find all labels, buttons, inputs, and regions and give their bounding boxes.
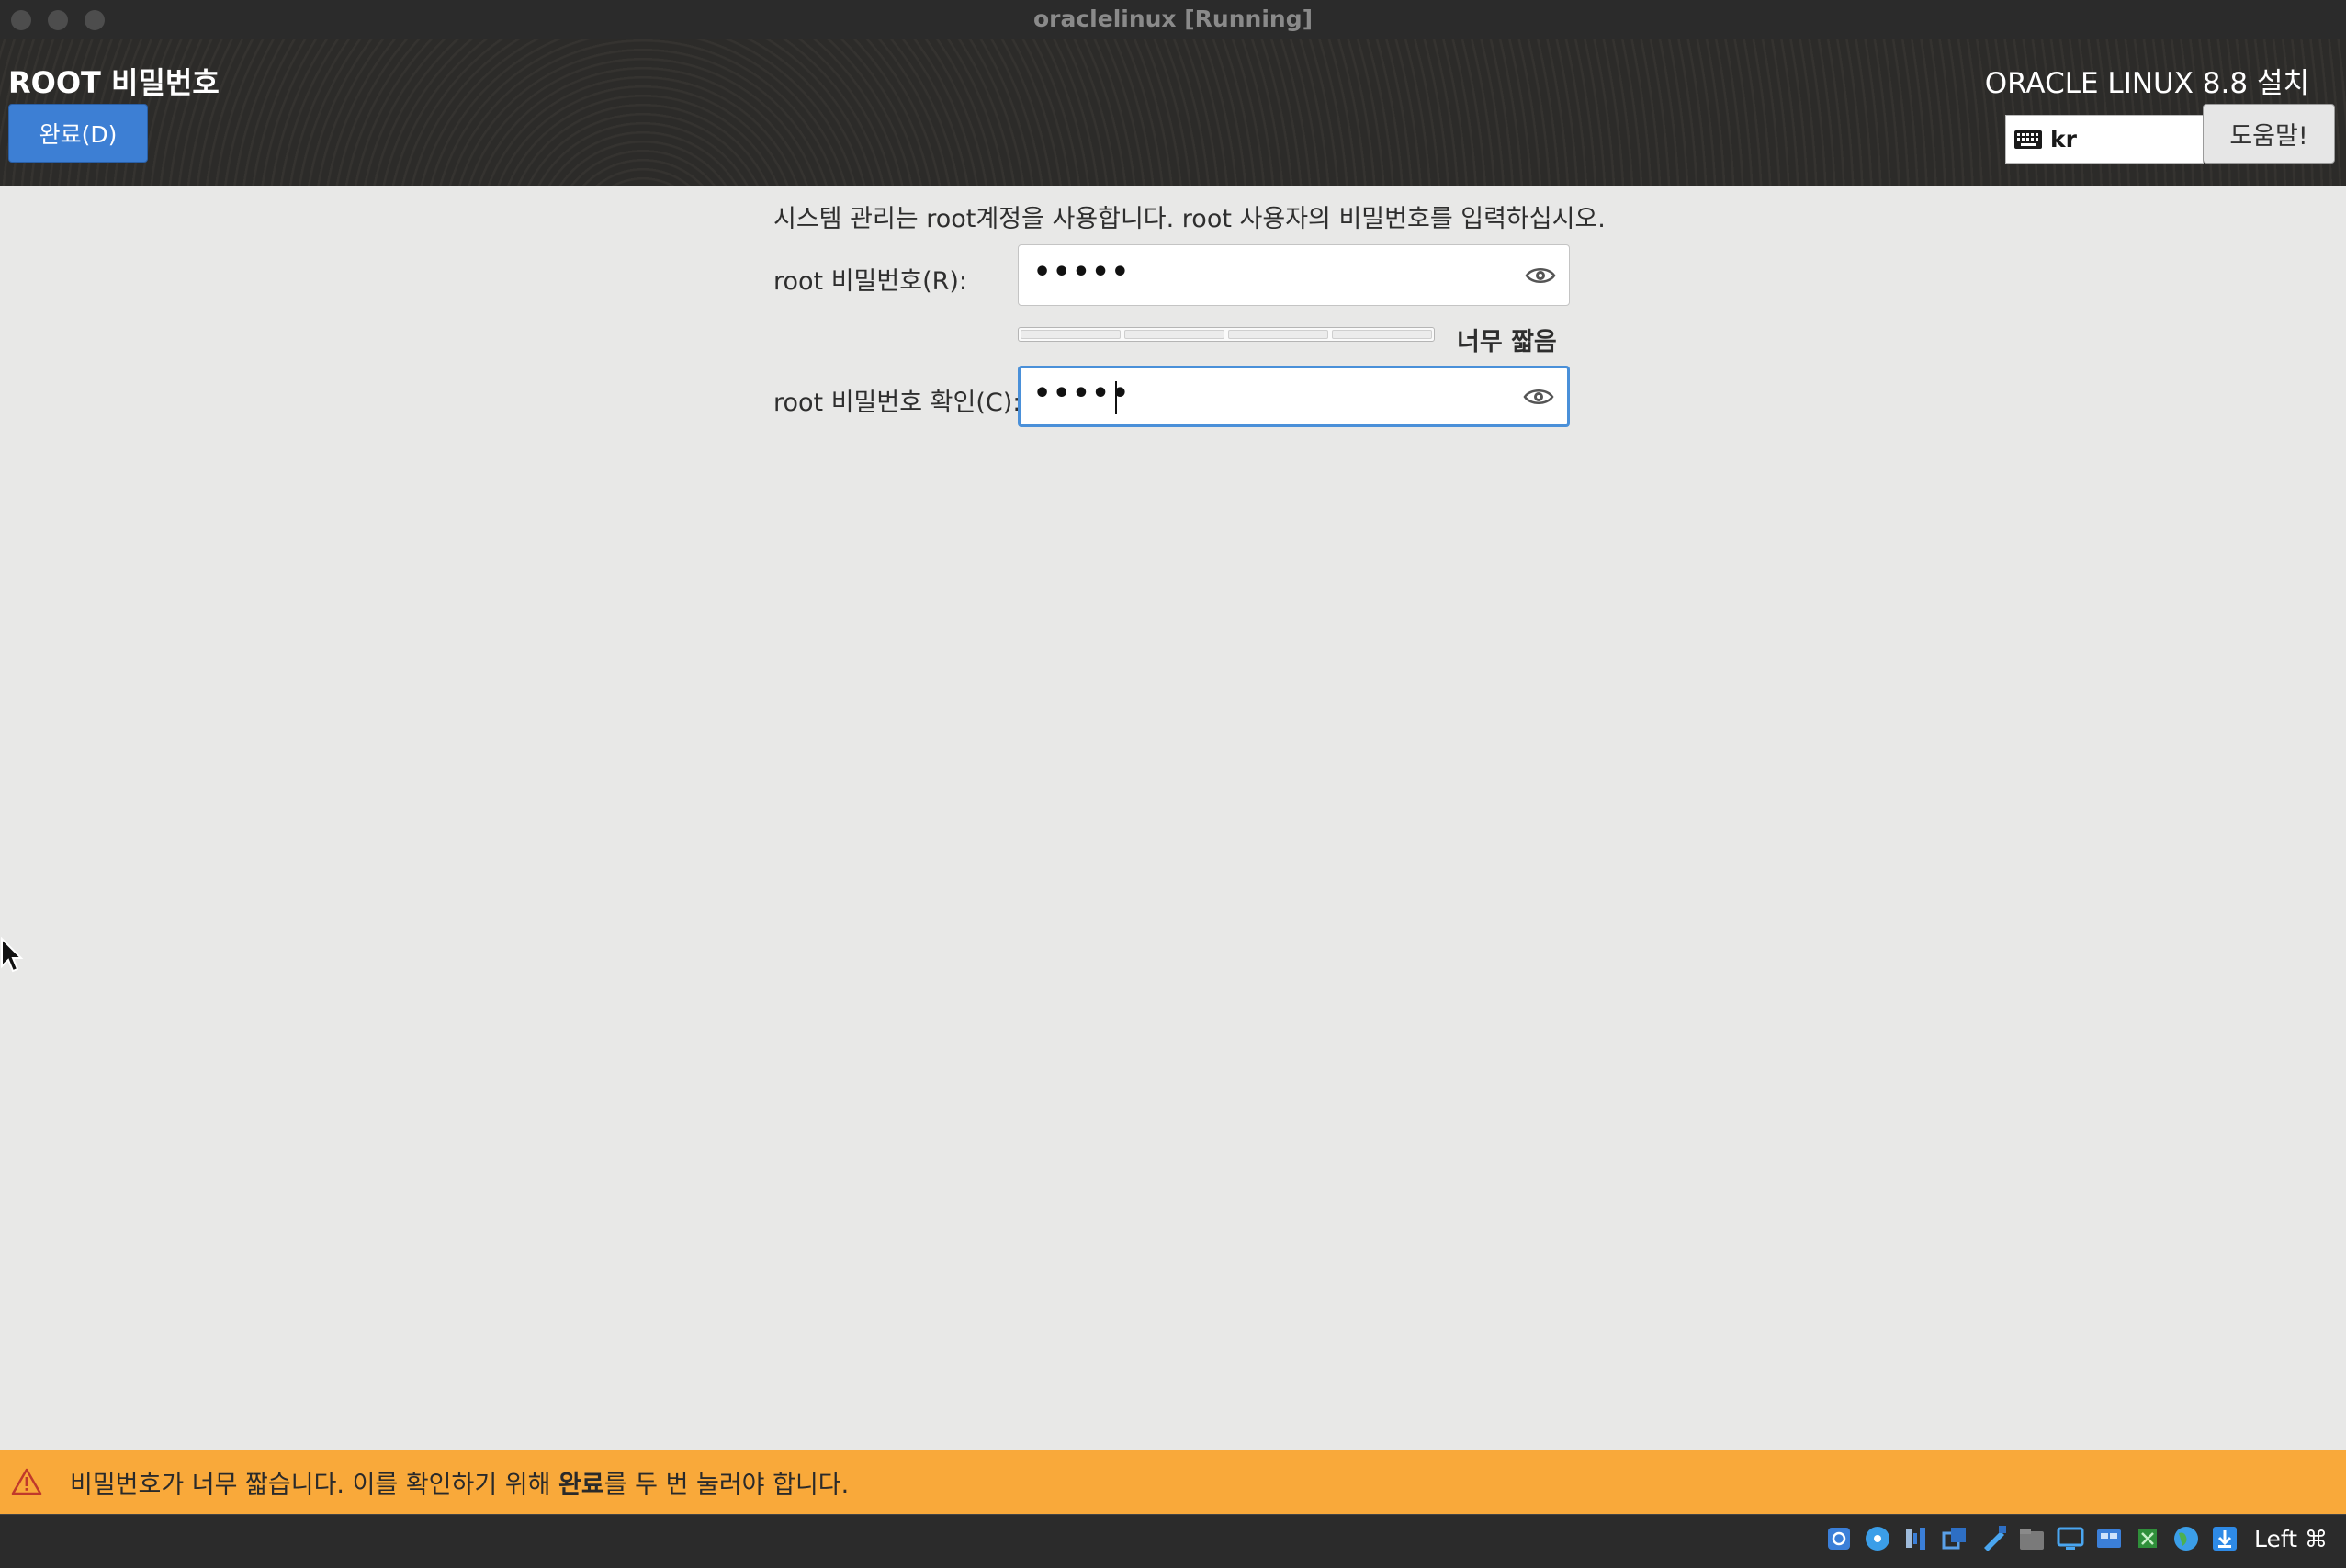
keyboard-layout-label: kr [2050,126,2077,152]
cpu-icon[interactable] [2133,1524,2162,1553]
network-icon[interactable] [1940,1524,1969,1553]
strength-segment [1332,330,1432,339]
warning-icon [11,1468,42,1495]
spoke-header: ROOT 비밀번호 완료(D) ORACLE LINUX 8.8 설치 kr 도… [0,39,2346,186]
show-password-icon[interactable] [1523,387,1554,407]
show-password-icon[interactable] [1525,265,1556,286]
strength-segment [1228,330,1328,339]
host-key-label: Left ⌘ [2254,1525,2328,1552]
mouse-pointer-icon [0,937,24,973]
root-password-label: root 비밀번호(R): [773,267,967,296]
window-title: oraclelinux [Running] [1032,6,1314,32]
audio-icon[interactable] [1901,1524,1931,1553]
optical-disk-icon[interactable] [1863,1524,1892,1553]
intro-text: 시스템 관리는 root계정을 사용합니다. root 사용자의 비밀번호를 입… [773,205,1606,233]
help-button[interactable]: 도움말! [2203,104,2335,164]
video-capture-icon[interactable] [2094,1524,2124,1553]
shared-folder-icon[interactable] [2017,1524,2047,1553]
vm-status-bar: Left ⌘ [0,1514,2346,1568]
keyboard-icon [2014,130,2042,149]
hard-disk-icon[interactable] [1824,1524,1854,1553]
window-titlebar: oraclelinux [Running] [0,0,2346,39]
page-title: ROOT 비밀번호 [8,65,220,100]
warning-text: 비밀번호가 너무 짧습니다. 이를 확인하기 위해 완료를 두 번 눌러야 합니… [70,1470,850,1499]
root-password-field[interactable]: ••••• [1018,244,1570,306]
done-button[interactable]: 완료(D) [8,104,148,163]
keyboard-layout-indicator[interactable]: kr [2005,115,2204,164]
product-title: ORACLE LINUX 8.8 설치 [1984,67,2309,100]
text-caret [1115,381,1117,414]
root-password-value: ••••• [1033,256,1131,288]
strength-segment [1124,330,1224,339]
confirm-password-label: root 비밀번호 확인(C): [773,389,1021,417]
password-strength-meter [1018,327,1435,342]
confirm-password-field[interactable]: ••••• [1018,366,1570,427]
warning-bar[interactable]: 비밀번호가 너무 짧습니다. 이를 확인하기 위해 완료를 두 번 눌러야 합니… [0,1450,2346,1514]
usb-icon[interactable] [1979,1524,2008,1553]
download-arrow-icon[interactable] [2210,1524,2239,1553]
display-icon[interactable] [2056,1524,2085,1553]
strength-segment [1021,330,1121,339]
globe-icon[interactable] [2171,1524,2201,1553]
password-strength-text: 너무 짧음 [1457,328,1557,356]
